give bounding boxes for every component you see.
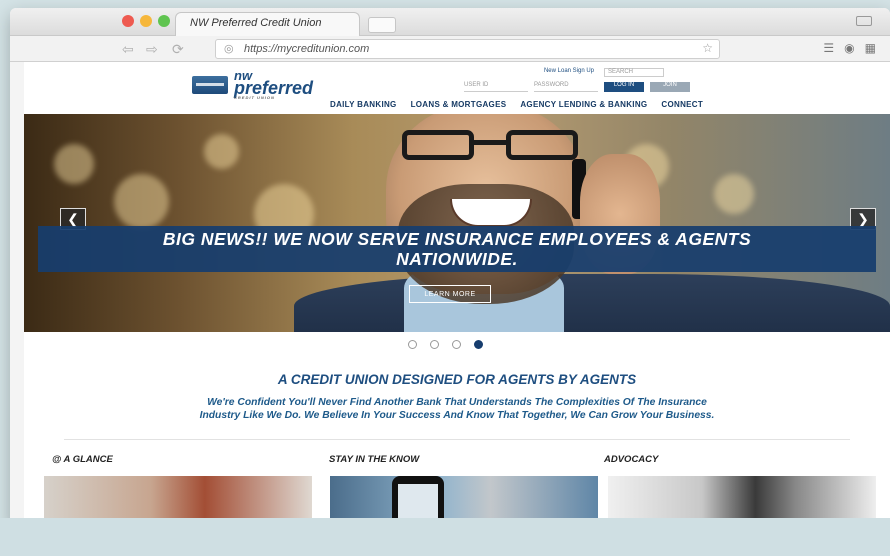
address-bar[interactable]: ◎ https://mycreditunion.com ☆ xyxy=(215,39,720,59)
section-divider xyxy=(64,439,850,440)
main-navigation: DAILY BANKING LOANS & MORTGAGES AGENCY L… xyxy=(330,100,703,109)
new-tab-button[interactable] xyxy=(368,17,396,33)
logo-mark-icon xyxy=(192,75,228,94)
menu-icon[interactable]: ☰ xyxy=(823,41,834,55)
nav-daily-banking[interactable]: DAILY BANKING xyxy=(330,100,397,109)
site-header: nw preferred CREDIT UNION New Loan Sign … xyxy=(24,62,890,114)
password-field[interactable]: PASSWORD xyxy=(534,82,598,92)
hero-headline-banner: BIG NEWS!! WE NOW SERVE INSURANCE EMPLOY… xyxy=(38,226,876,272)
toolbar-icons: ☰ ◉ ▦ xyxy=(823,41,876,55)
nav-agency-lending[interactable]: AGENCY LENDING & BANKING xyxy=(520,100,647,109)
window-controls xyxy=(122,15,170,27)
join-button[interactable]: JOIN xyxy=(650,82,690,92)
column-title-at-a-glance[interactable]: @ A GLANCE xyxy=(52,454,113,465)
hero-person-jacket xyxy=(294,274,890,332)
back-arrow-icon[interactable]: ⇦ xyxy=(122,41,134,58)
hero-carousel: ❮ ❯ BIG NEWS!! WE NOW SERVE INSURANCE EM… xyxy=(24,114,890,332)
hero-headline-line1: BIG NEWS!! WE NOW SERVE INSURANCE EMPLOY… xyxy=(162,229,752,249)
userid-field[interactable]: USER ID xyxy=(464,82,528,92)
hero-bokeh xyxy=(54,144,94,184)
column-title-stay-in-the-know[interactable]: STAY IN THE KNOW xyxy=(329,454,419,465)
login-button[interactable]: LOG IN xyxy=(604,82,644,92)
minimize-window-button[interactable] xyxy=(140,15,152,27)
utility-login-area: New Loan Sign Up SEARCH USER ID PASSWORD… xyxy=(464,68,724,94)
close-window-button[interactable] xyxy=(122,15,134,27)
carousel-dot-2[interactable] xyxy=(430,340,439,349)
nav-connect[interactable]: CONNECT xyxy=(661,100,703,109)
website-viewport: nw preferred CREDIT UNION New Loan Sign … xyxy=(24,62,890,528)
browser-tab[interactable]: NW Preferred Credit Union xyxy=(175,12,360,36)
learn-more-button[interactable]: LEARN MORE xyxy=(409,285,491,303)
maximize-window-button[interactable] xyxy=(158,15,170,27)
extension-icon[interactable]: ◉ xyxy=(844,41,854,55)
hero-bokeh xyxy=(114,174,169,229)
settings-icon[interactable]: ▦ xyxy=(865,41,876,55)
browser-window: NW Preferred Credit Union ⇦ ⇨ ⟳ ◎ https:… xyxy=(10,8,890,528)
carousel-dot-4[interactable] xyxy=(474,340,483,349)
reload-icon[interactable]: ⟳ xyxy=(172,41,184,58)
hero-bokeh xyxy=(204,134,239,169)
utility-top-row: New Loan Sign Up SEARCH xyxy=(464,68,724,77)
login-row: USER ID PASSWORD LOG IN JOIN xyxy=(464,82,724,92)
hero-bokeh xyxy=(714,174,754,214)
url-text: https://mycreditunion.com xyxy=(244,43,370,55)
nav-loans-mortgages[interactable]: LOANS & MORTGAGES xyxy=(411,100,507,109)
site-logo[interactable]: nw preferred CREDIT UNION xyxy=(192,68,314,101)
globe-icon: ◎ xyxy=(224,43,234,55)
browser-toolbar: ⇦ ⇨ ⟳ ◎ https://mycreditunion.com ☆ ☰ ◉ … xyxy=(10,36,890,62)
hero-headline-line2: NATIONWIDE. xyxy=(396,249,518,269)
logo-wordmark: nw preferred CREDIT UNION xyxy=(234,68,314,101)
column-title-advocacy[interactable]: ADVOCACY xyxy=(604,454,658,465)
forward-arrow-icon[interactable]: ⇨ xyxy=(146,41,158,58)
new-loan-link[interactable]: New Loan Sign Up xyxy=(544,68,594,77)
title-bar: NW Preferred Credit Union xyxy=(10,8,890,36)
carousel-indicators xyxy=(408,340,483,349)
hero-person-glasses xyxy=(402,130,578,162)
section-tagline: A CREDIT UNION DESIGNED FOR AGENTS BY AG… xyxy=(277,372,637,387)
tab-title: NW Preferred Credit Union xyxy=(190,17,322,29)
backdrop xyxy=(0,518,890,556)
fullscreen-button[interactable] xyxy=(856,16,872,26)
carousel-dot-3[interactable] xyxy=(452,340,461,349)
bookmark-star-icon[interactable]: ☆ xyxy=(702,41,713,55)
search-input[interactable]: SEARCH xyxy=(604,68,664,77)
carousel-dot-1[interactable] xyxy=(408,340,417,349)
section-subtagline: We're Confident You'll Never Find Anothe… xyxy=(199,397,715,421)
